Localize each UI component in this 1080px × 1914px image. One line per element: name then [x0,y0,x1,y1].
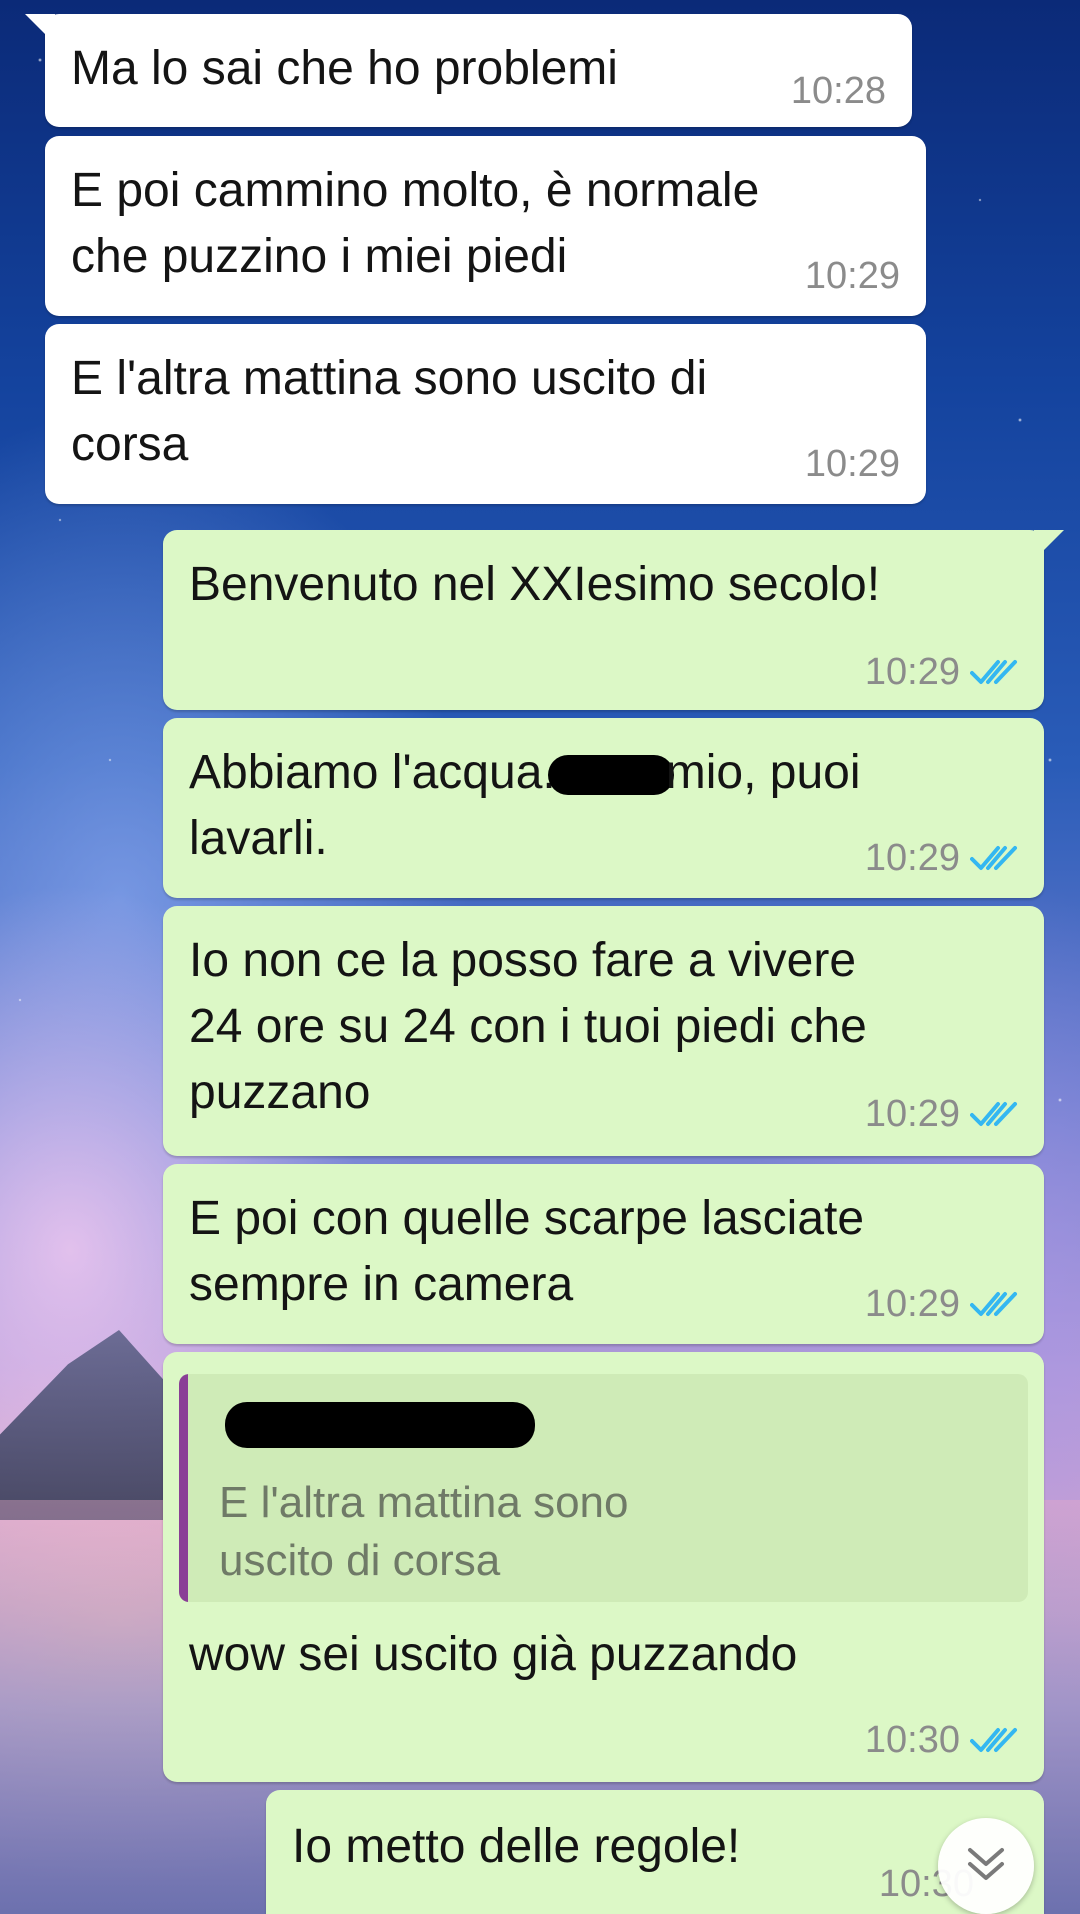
message-text: Benvenuto nel XXIesimo secolo! [189,558,881,611]
message-bubble-incoming[interactable]: Ma lo sai che ho problemi 10:28 [25,14,912,127]
double-check-icon [970,657,1018,687]
message-time: 10:29 [804,255,900,297]
message-bubble-incoming[interactable]: E poi cammino molto, è normale che puzzi… [45,136,926,316]
message-meta: 10:28 [791,71,886,111]
message-bubble-incoming[interactable]: E l'altra mattina sono uscito di corsa 1… [45,324,926,504]
message-meta: 10:30 [865,1720,1018,1760]
message-text: E l'altra mattina sono uscito di corsa [71,352,708,471]
message-bubble-outgoing[interactable]: Io metto delle regole! 10:30 [266,1790,1044,1914]
message-list[interactable]: Ma lo sai che ho problemi 10:28 E poi ca… [0,0,1080,1914]
quoted-sender-redacted [225,1402,535,1448]
redaction-mark [547,755,674,796]
bubble-tail [1034,530,1064,560]
message-time: 10:29 [864,651,960,693]
quote-accent-bar [179,1374,188,1602]
quoted-message[interactable]: E l'altra mattina sono uscito di corsa [179,1374,1028,1602]
message-meta: 10:29 [865,838,1018,878]
double-check-icon [970,843,1018,873]
message-time: 10:29 [864,1283,960,1325]
message-bubble-outgoing[interactable]: Benvenuto nel XXIesimo secolo! 10:29 [163,530,1064,710]
double-chevron-down-icon [964,1844,1008,1889]
scroll-to-bottom-button[interactable] [938,1818,1034,1914]
message-time: 10:29 [804,443,900,485]
message-time: 10:30 [864,1719,960,1761]
double-check-icon [970,1725,1018,1755]
message-text-before: Abbiamo l'acqua. [189,746,556,799]
message-meta: 10:29 [865,1094,1018,1134]
message-meta: 10:29 [865,652,1018,692]
message-time: 10:29 [864,837,960,879]
message-bubble-outgoing[interactable]: E poi con quelle scarpe lasciate sempre … [163,1164,1044,1344]
message-meta: 10:29 [805,444,900,484]
message-meta: 10:29 [805,256,900,296]
double-check-icon [970,1289,1018,1319]
message-bubble-outgoing-reply[interactable]: E l'altra mattina sono uscito di corsa w… [163,1352,1044,1782]
bubble-tail [25,14,55,44]
double-check-icon [970,1099,1018,1129]
message-meta: 10:29 [865,1284,1018,1324]
message-time: 10:29 [864,1093,960,1135]
message-text: Ma lo sai che ho problemi [71,42,618,95]
message-time: 10:28 [790,70,886,112]
quoted-message-text: E l'altra mattina sono uscito di corsa [219,1478,629,1585]
message-text: E poi cammino molto, è normale che puzzi… [71,164,760,283]
message-bubble-outgoing[interactable]: Io non ce la posso fare a vivere 24 ore … [163,906,1044,1156]
message-text: wow sei uscito già puzzando [189,1628,798,1681]
message-bubble-outgoing[interactable]: Abbiamo l'acqua. mio, puoi lavarli. 10:29 [163,718,1044,898]
